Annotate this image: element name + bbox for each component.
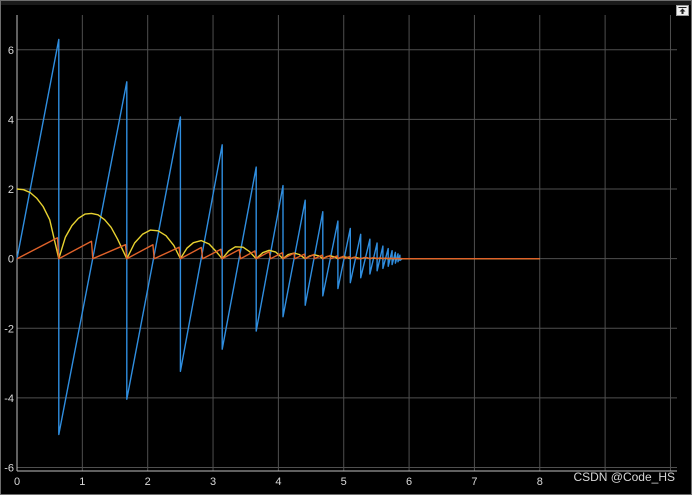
x-tick-label: 1 xyxy=(79,476,85,488)
y-tick-label: -6 xyxy=(4,463,14,475)
tick-labels: 0 1 2 3 4 5 6 7 8 -6 -4 -2 0 2 4 6 xyxy=(4,45,543,488)
y-tick-label: -4 xyxy=(4,393,14,405)
x-tick-label: 8 xyxy=(537,476,543,488)
y-tick-label: 4 xyxy=(8,114,14,126)
watermark-text: CSDN @Code_HS xyxy=(573,470,675,484)
y-tick-label: -2 xyxy=(4,323,14,335)
x-tick-label: 3 xyxy=(210,476,216,488)
scope-window: 0 1 2 3 4 5 6 7 8 -6 -4 -2 0 2 4 6 CSDN @Code_HS xyxy=(0,0,692,495)
x-tick-label: 0 xyxy=(14,476,20,488)
y-tick-label: 0 xyxy=(8,254,14,266)
x-tick-label: 2 xyxy=(145,476,151,488)
x-tick-label: 7 xyxy=(471,476,477,488)
y-tick-label: 2 xyxy=(8,184,14,196)
expand-arrow-icon[interactable] xyxy=(676,5,689,16)
y-tick-label: 6 xyxy=(8,45,14,57)
x-tick-label: 4 xyxy=(275,476,281,488)
x-tick-label: 6 xyxy=(406,476,412,488)
scope-plot[interactable]: 0 1 2 3 4 5 6 7 8 -6 -4 -2 0 2 4 6 xyxy=(1,1,691,494)
x-tick-label: 5 xyxy=(341,476,347,488)
